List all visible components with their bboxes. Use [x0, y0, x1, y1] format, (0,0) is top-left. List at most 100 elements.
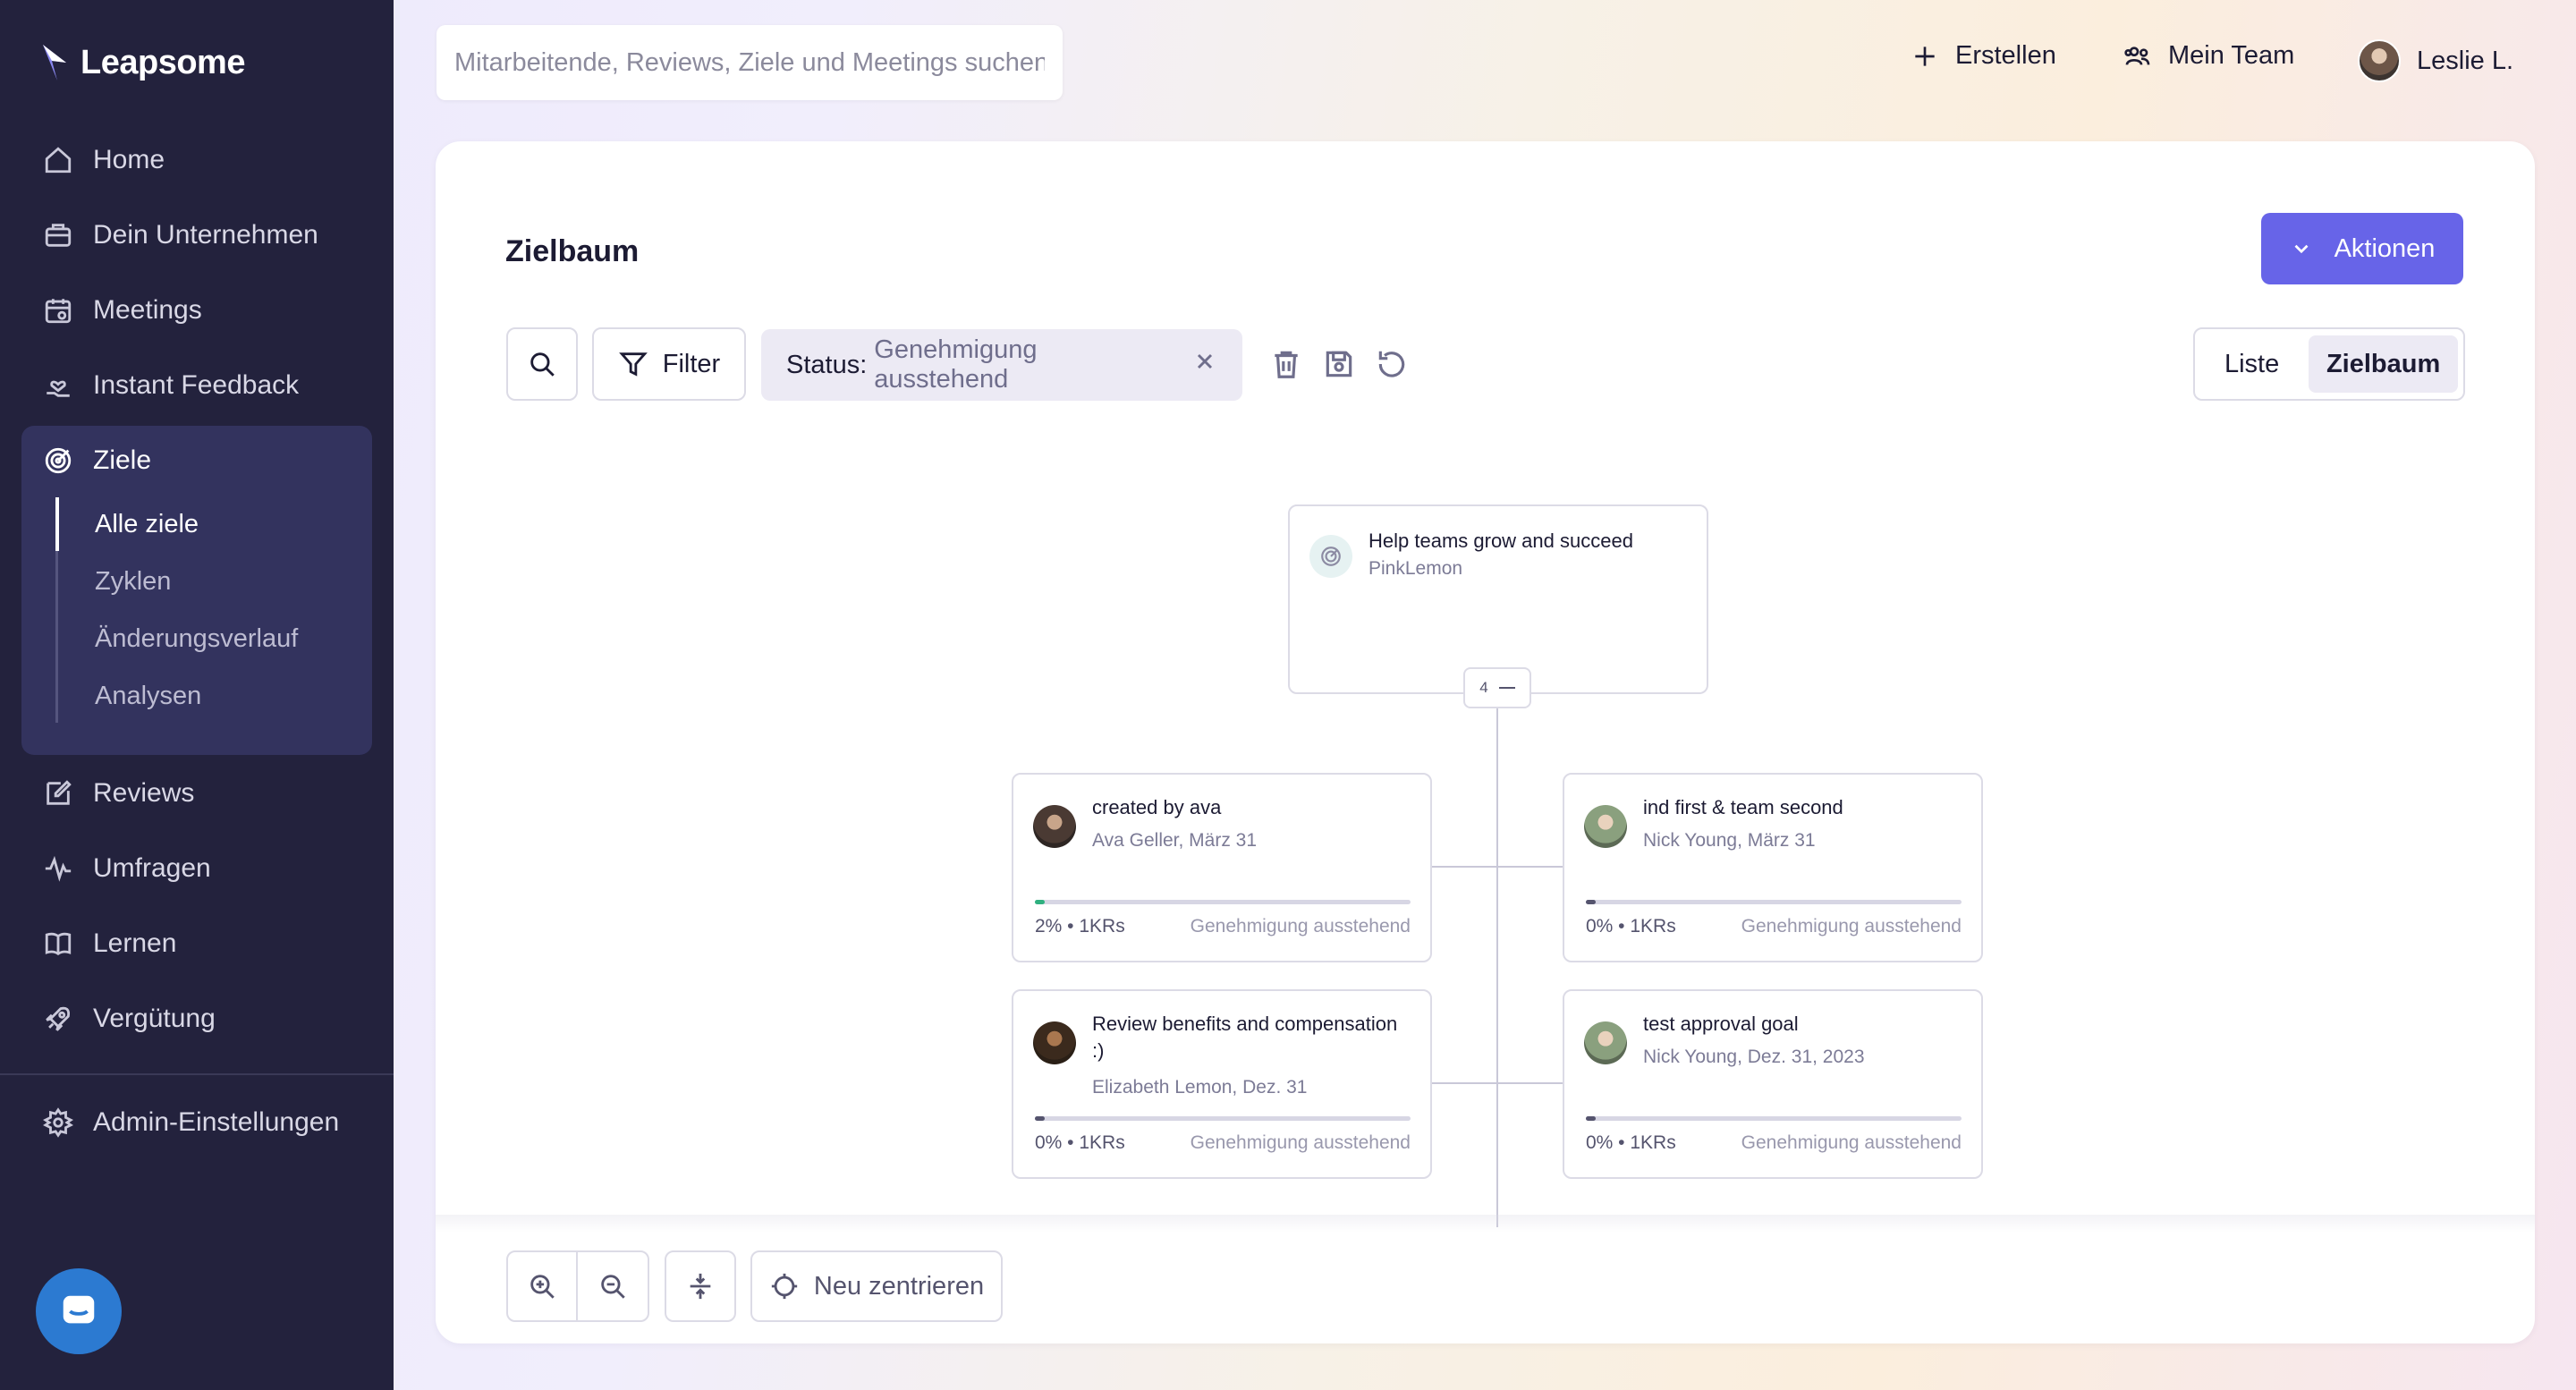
subnav-item-history[interactable]: Änderungsverlauf: [95, 624, 298, 654]
reset-filter-button[interactable]: [1375, 347, 1409, 381]
tree-connector-row1: [1432, 866, 1563, 868]
goal-node-child-2[interactable]: ind first & team second Nick Young, März…: [1563, 773, 1983, 962]
progress-fill: [1586, 900, 1596, 904]
user-menu[interactable]: Leslie L.: [2358, 39, 2513, 82]
recenter-label: Neu zentrieren: [813, 1271, 985, 1301]
goal-progress-meta: 0% • 1KRs: [1586, 1132, 1676, 1153]
view-tree-option[interactable]: Zielbaum: [2309, 335, 2458, 393]
goal-owner: Nick Young, März 31: [1643, 830, 1816, 851]
progress-bar: [1035, 900, 1411, 904]
zoom-out-button[interactable]: [576, 1250, 649, 1322]
trash-icon: [1275, 351, 1298, 378]
leapsome-logo-icon: [43, 45, 66, 81]
status-filter-key: Status:: [786, 350, 868, 379]
undo-icon: [1378, 351, 1405, 377]
goal-node-child-3[interactable]: Review benefits and compensation :) Eliz…: [1012, 989, 1432, 1179]
tree-connector-vertical: [1496, 708, 1498, 1227]
children-count: 4: [1479, 679, 1488, 696]
pulse-icon: [45, 855, 72, 882]
zoom-in-button[interactable]: [506, 1250, 578, 1322]
sidebar-divider: [0, 1073, 394, 1075]
avatar: [1584, 1021, 1627, 1064]
recenter-button[interactable]: Neu zentrieren: [750, 1250, 1003, 1322]
subnav-item-cycles[interactable]: Zyklen: [95, 567, 171, 597]
goal-progress-meta: 2% • 1KRs: [1035, 916, 1125, 937]
goal-title: ind first & team second: [1643, 796, 1843, 818]
sidebar: Leapsome Home Dein Unternehmen Meetings …: [0, 0, 394, 1390]
page-title: Zielbaum: [505, 234, 640, 268]
sidebar-item-home[interactable]: Home: [43, 145, 165, 175]
chat-launcher[interactable]: [36, 1268, 122, 1354]
goal-status: Genehmigung ausstehend: [1190, 1132, 1411, 1153]
avatar: [2358, 39, 2401, 82]
goal-progress-meta: 0% • 1KRs: [1035, 1132, 1125, 1153]
goal-owner: Elizabeth Lemon, Dez. 31: [1092, 1077, 1308, 1098]
remove-filter-button[interactable]: [1192, 349, 1217, 381]
sidebar-item-label: Home: [93, 145, 165, 174]
goal-tree-card: Zielbaum Aktionen Filter Status: Genehmi…: [436, 141, 2535, 1343]
user-name: Leslie L.: [2417, 46, 2514, 75]
view-list-option[interactable]: Liste: [2200, 335, 2303, 393]
sidebar-item-compensation[interactable]: Vergütung: [43, 1004, 216, 1034]
avatar: [1033, 1021, 1076, 1064]
status-filter-value: Genehmigung ausstehend: [874, 335, 1038, 394]
canvas-bottom-edge: [436, 1215, 2535, 1233]
plus-icon: [1915, 46, 1935, 66]
sidebar-item-admin-settings[interactable]: Admin-Einstellungen: [43, 1107, 339, 1138]
actions-button[interactable]: Aktionen: [2261, 213, 2463, 284]
rocket-icon: [46, 1006, 71, 1031]
status-filter-chip[interactable]: Status: Genehmigung ausstehend: [761, 329, 1242, 401]
sidebar-item-label: Reviews: [93, 778, 195, 808]
view-toggle: Liste Zielbaum: [2193, 327, 2465, 401]
progress-bar: [1586, 1116, 1962, 1121]
sidebar-item-label: Ziele: [93, 445, 152, 475]
delete-filter-button[interactable]: [1269, 347, 1303, 381]
global-search[interactable]: [436, 25, 1063, 100]
subnav-item-analytics[interactable]: Analysen: [95, 682, 201, 711]
goal-status: Genehmigung ausstehend: [1741, 1132, 1962, 1153]
sidebar-item-reviews[interactable]: Reviews: [43, 778, 194, 809]
avatar: [1584, 805, 1627, 848]
sidebar-item-instant-feedback[interactable]: Instant Feedback: [43, 370, 299, 401]
app-name: Leapsome: [80, 43, 245, 81]
search-input[interactable]: [436, 25, 1063, 100]
target-icon: [1321, 547, 1341, 566]
progress-bar: [1586, 900, 1962, 904]
my-team-button[interactable]: Mein Team: [2123, 41, 2294, 71]
collapse-children-button[interactable]: 4: [1463, 667, 1531, 708]
sidebar-item-label: Dein Unternehmen: [93, 220, 318, 250]
sidebar-item-label: Vergütung: [93, 1004, 216, 1033]
collapse-all-button[interactable]: [665, 1250, 736, 1322]
target-icon: [45, 447, 72, 474]
search-icon: [530, 352, 555, 377]
save-filter-button[interactable]: [1322, 347, 1356, 381]
goal-node-root[interactable]: Help teams grow and succeed PinkLemon: [1288, 504, 1708, 694]
sidebar-item-label: Instant Feedback: [93, 370, 300, 400]
team-icon: [2124, 46, 2150, 65]
filter-button[interactable]: Filter: [592, 327, 746, 401]
goal-title: created by ava: [1092, 796, 1222, 818]
sidebar-item-label: Lernen: [93, 928, 177, 958]
sidebar-item-label: Meetings: [93, 295, 202, 325]
my-team-label: Mein Team: [2168, 41, 2295, 70]
sidebar-item-learning[interactable]: Lernen: [43, 928, 176, 959]
sidebar-item-surveys[interactable]: Umfragen: [43, 853, 211, 884]
sidebar-item-goals[interactable]: Ziele: [43, 445, 151, 476]
zoom-out-icon: [601, 1275, 625, 1299]
sidebar-goals-panel: Ziele Alle ziele Zyklen Änderungsverlauf…: [21, 426, 372, 755]
subnav-item-all-goals[interactable]: Alle ziele: [95, 510, 199, 539]
sidebar-item-label: Umfragen: [93, 853, 211, 883]
briefcase-icon: [45, 224, 72, 247]
close-icon: [1197, 353, 1213, 369]
goal-status: Genehmigung ausstehend: [1190, 916, 1411, 937]
search-button[interactable]: [506, 327, 578, 401]
goal-node-child-1[interactable]: created by ava Ava Geller, März 31 2% • …: [1012, 773, 1432, 962]
goal-node-child-4[interactable]: test approval goal Nick Young, Dez. 31, …: [1563, 989, 1983, 1179]
gear-icon: [43, 1107, 73, 1138]
leapsome-logo[interactable]: Leapsome: [39, 41, 245, 84]
create-button[interactable]: Erstellen: [1911, 41, 2056, 71]
sidebar-item-meetings[interactable]: Meetings: [43, 295, 202, 326]
collapse-vertical-icon: [690, 1273, 711, 1300]
sidebar-item-company[interactable]: Dein Unternehmen: [43, 220, 318, 250]
goal-owner: Nick Young, Dez. 31, 2023: [1643, 1047, 1865, 1067]
